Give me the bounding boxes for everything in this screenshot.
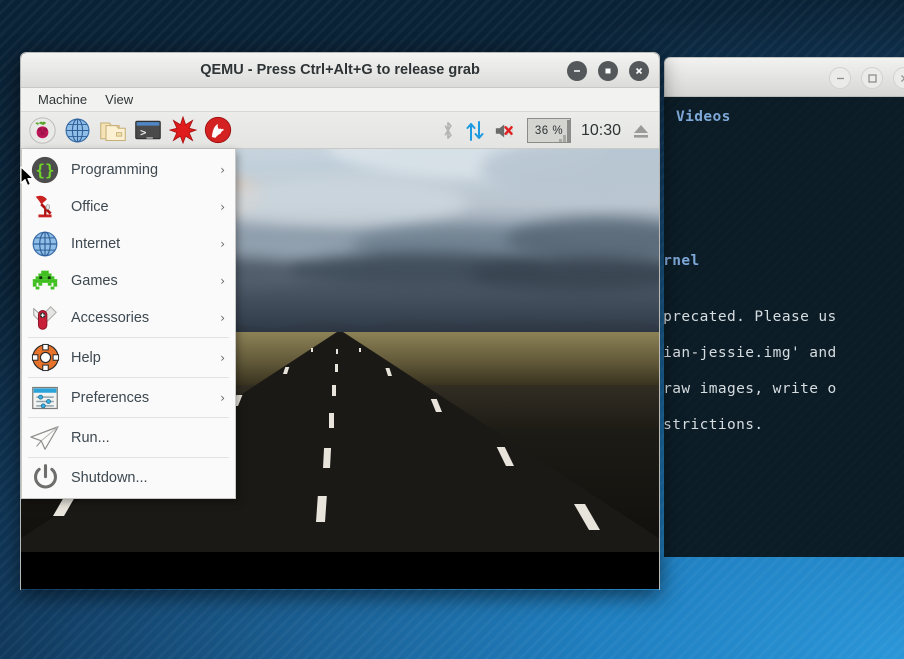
menu-item-label: Office [71,198,109,215]
qemu-window-controls [567,61,649,81]
qemu-close-button[interactable] [629,61,649,81]
menu-item-internet[interactable]: Internet › [22,225,235,262]
office-icon [29,191,61,223]
terminal-window-controls [829,67,904,89]
eject-icon[interactable] [631,121,655,141]
menu-item-office[interactable]: Office › [22,188,235,225]
taskbar-tray: 36 % 10:30 [440,112,655,149]
menu-item-label: Run... [71,429,110,446]
qemu-titlebar[interactable]: QEMU - Press Ctrl+Alt+G to release grab [21,53,659,88]
menu-item-accessories[interactable]: Accessories › [22,299,235,336]
cpu-meter[interactable]: 36 % [526,118,571,143]
terminal-line: Videos [676,109,731,125]
bluetooth-icon[interactable] [440,120,456,141]
menu-item-label: Preferences [71,389,150,406]
menu-item-label: Games [71,272,118,289]
menu-item-programming[interactable]: {} Programming › [22,151,235,188]
menu-item-label: Shutdown... [71,469,148,486]
qemu-window-title: QEMU - Press Ctrl+Alt+G to release grab [200,62,480,78]
menu-separator [28,377,229,378]
help-icon [29,342,61,374]
qemu-minimize-button[interactable] [567,61,587,81]
clock[interactable]: 10:30 [580,122,622,140]
terminal-line: ernel [664,253,700,269]
chevron-right-icon: › [220,273,225,288]
volume-muted-icon[interactable] [494,121,518,141]
svg-text:{}: {} [35,160,54,179]
terminal-line: bian-jessie.img' and [664,345,837,361]
mathematica-icon[interactable] [166,114,199,147]
terminal-titlebar[interactable] [664,57,904,97]
chevron-right-icon: › [220,199,225,214]
taskbar-launchers: >_ [21,114,234,147]
menu-separator [28,457,229,458]
terminal-maximize-button[interactable] [861,67,883,89]
guest-taskbar[interactable]: >_ 36 % 10:30 {} Programming › Office › … [21,112,659,499]
programming-icon: {} [29,154,61,186]
qemu-maximize-button[interactable] [598,61,618,81]
menu-item-label: Accessories [71,309,150,326]
menu-item-games[interactable]: Games › [22,262,235,299]
menubar-item-machine[interactable]: Machine [29,90,96,109]
menu-separator [28,337,229,338]
terminal-body[interactable]: Videos ernel eprecated. Please us bian-j… [664,97,904,557]
chevron-right-icon: › [220,162,225,177]
menu-item-run[interactable]: Run... [22,419,235,456]
web-browser-icon[interactable] [61,114,94,147]
games-icon [29,265,61,297]
menu-separator [28,417,229,418]
wolfram-icon[interactable] [201,114,234,147]
terminal-close-button[interactable] [893,67,904,89]
shutdown-icon [29,462,61,494]
terminal-minimize-button[interactable] [829,67,851,89]
cpu-meter-value: 36 % [534,124,564,137]
network-icon[interactable] [465,120,485,142]
terminal-window[interactable]: Videos ernel eprecated. Please us bian-j… [664,57,904,557]
desktop: Videos ernel eprecated. Please us bian-j… [0,0,904,659]
internet-icon [29,228,61,260]
terminal-line: raw images, write o [664,381,837,397]
accessories-icon [29,302,61,334]
menu-item-help[interactable]: Help › [22,339,235,376]
guest-screen[interactable]: >_ 36 % 10:30 {} Programming › Office › … [21,112,659,589]
chevron-right-icon: › [220,310,225,325]
file-manager-icon[interactable] [96,114,129,147]
raspberry-menu-icon[interactable] [26,114,59,147]
start-menu[interactable]: {} Programming › Office › Internet › Gam… [21,149,236,499]
terminal-line: eprecated. Please us [664,309,837,325]
chevron-right-icon: › [220,390,225,405]
chevron-right-icon: › [220,350,225,365]
menubar-item-view[interactable]: View [96,90,142,109]
qemu-menubar: Machine View [21,88,659,112]
menu-item-label: Programming [71,161,159,178]
svg-text:>_: >_ [140,127,153,139]
run-icon [29,422,61,454]
terminal-line: estrictions. [664,417,764,433]
terminal-icon[interactable]: >_ [131,114,164,147]
preferences-icon [29,382,61,414]
qemu-window[interactable]: QEMU - Press Ctrl+Alt+G to release grab … [20,52,660,590]
menu-item-label: Internet [71,235,121,252]
menu-item-label: Help [71,349,101,366]
chevron-right-icon: › [220,236,225,251]
menu-item-preferences[interactable]: Preferences › [22,379,235,416]
menu-item-shutdown[interactable]: Shutdown... [22,459,235,496]
